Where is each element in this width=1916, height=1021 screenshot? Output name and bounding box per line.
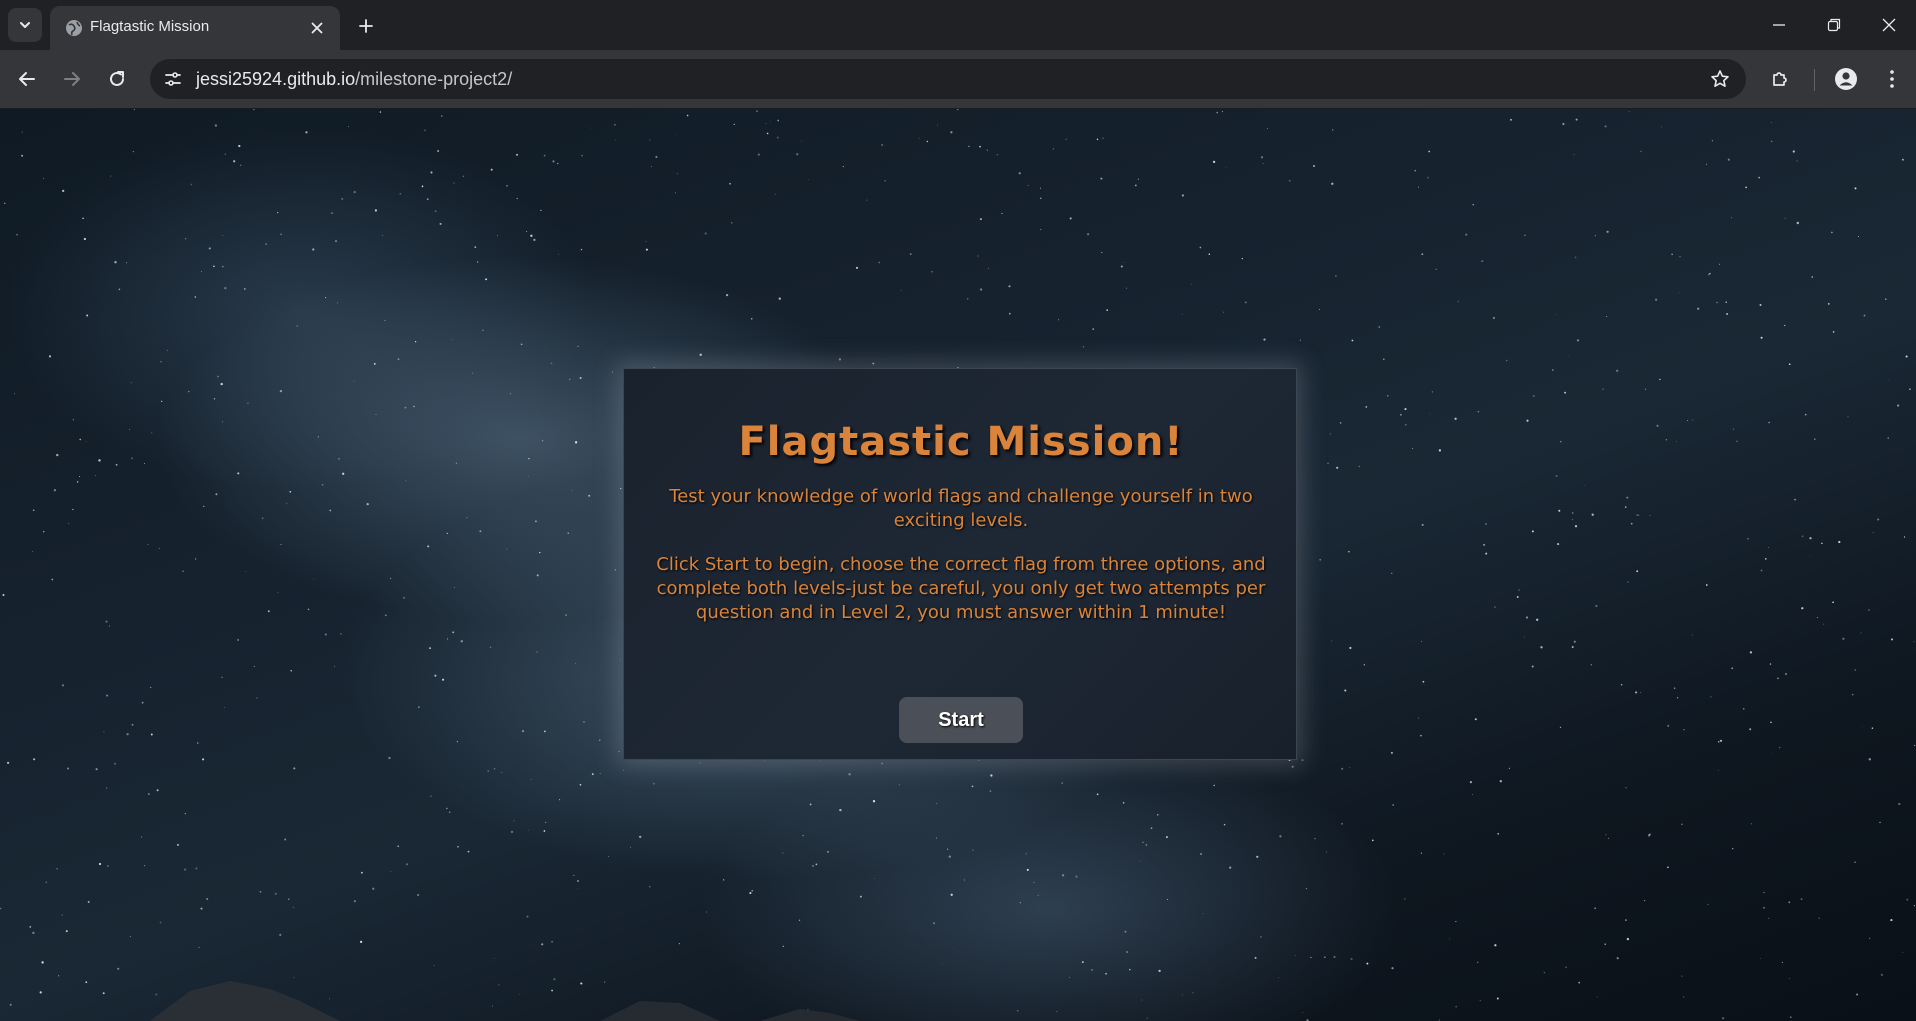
toolbar-divider	[1814, 69, 1815, 91]
restore-icon	[1827, 18, 1841, 32]
site-info-button[interactable]	[160, 66, 186, 92]
tab-search-button[interactable]	[8, 8, 42, 42]
instructions-text: Click Start to begin, choose the correct…	[656, 554, 1266, 623]
browser-toolbar: jessi25924.github.io/milestone-project2/	[0, 50, 1916, 109]
mountain-silhouette	[150, 981, 860, 1021]
puzzle-icon	[1773, 72, 1787, 86]
restore-button[interactable]	[1811, 8, 1857, 42]
minimize-icon	[1773, 24, 1785, 26]
kebab-menu-icon	[1890, 70, 1894, 88]
extensions-button[interactable]	[1762, 61, 1798, 97]
arrow-right-icon	[64, 72, 80, 86]
tune-icon	[165, 72, 181, 86]
start-button[interactable]: Start	[899, 697, 1023, 743]
chevron-down-icon	[20, 22, 30, 28]
url-text[interactable]: jessi25924.github.io/milestone-project2/	[196, 69, 512, 90]
tab-title: Flagtastic Mission	[90, 18, 210, 35]
url-path: /milestone-project2/	[355, 69, 513, 89]
browser-menu-button[interactable]	[1874, 61, 1910, 97]
tab-close-button[interactable]	[306, 17, 328, 39]
page-title: Flagtastic Mission!	[738, 419, 1184, 465]
url-domain: jessi25924.github.io	[196, 69, 356, 89]
reload-button[interactable]	[99, 61, 135, 97]
close-window-button[interactable]	[1866, 8, 1912, 42]
plus-icon	[359, 19, 373, 33]
close-icon	[311, 22, 323, 34]
minimize-button[interactable]	[1756, 8, 1802, 42]
bookmark-button[interactable]	[1708, 67, 1732, 91]
close-icon	[1882, 18, 1896, 32]
reload-icon	[110, 71, 124, 86]
back-button[interactable]	[9, 61, 45, 97]
intro-card: Flagtastic Mission! Test your knowledge …	[623, 368, 1297, 760]
new-tab-button[interactable]	[352, 12, 380, 40]
person-icon	[1835, 68, 1857, 90]
star-icon	[1711, 70, 1729, 87]
browser-window: Flagtastic Mission jessi25924.github.io/…	[0, 0, 1916, 1021]
arrow-left-icon	[19, 72, 35, 86]
profile-button[interactable]	[1828, 61, 1864, 97]
globe-icon	[66, 20, 82, 36]
tab-strip: Flagtastic Mission	[0, 0, 1916, 50]
active-tab[interactable]: Flagtastic Mission	[50, 6, 340, 50]
address-bar[interactable]: jessi25924.github.io/milestone-project2/	[150, 59, 1746, 99]
forward-button[interactable]	[54, 61, 90, 97]
page-viewport: Flagtastic Mission! Test your knowledge …	[0, 109, 1916, 1021]
intro-text: Test your knowledge of world flags and c…	[669, 486, 1253, 531]
